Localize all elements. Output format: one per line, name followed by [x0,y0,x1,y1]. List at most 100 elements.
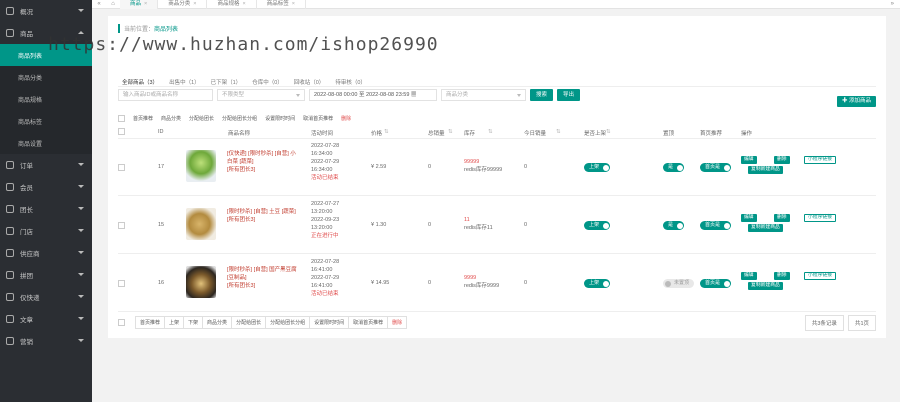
menu-icon [6,227,14,235]
pagination: 共3条记录 共1页 [801,315,876,331]
delete-button[interactable]: 删除 [774,272,790,280]
sort-icon[interactable]: ⇅ [556,129,561,135]
sidebar-subitem[interactable]: 商品标签 [0,110,92,132]
sidebar-item[interactable]: 会员 [0,176,92,198]
footer-action[interactable]: 删除 [387,315,408,329]
footer-action[interactable]: 上架 [164,315,185,329]
date-range-input[interactable]: 2022-08-08 00:00 至 2022-08-08 23:59 ▦ [309,89,437,101]
product-name[interactable]: [仅快递] [限时秒杀] [自营] 小白菜 [蔬菜] [227,150,299,166]
stock-value[interactable]: 11 [464,216,493,224]
row-checkbox[interactable] [118,280,125,287]
mini-program-link-button[interactable]: 小程序链接 [804,214,836,222]
sort-icon[interactable]: ⇅ [384,129,389,135]
sort-icon[interactable]: ⇅ [448,129,453,135]
close-icon[interactable]: × [144,1,147,7]
stock-value[interactable]: 9999 [464,274,499,282]
delete-button[interactable]: 删除 [774,156,790,164]
recommend-toggle[interactable]: 首页是 [700,279,732,288]
chevron-down-icon [517,94,521,97]
home-icon[interactable]: ⌂ [106,1,120,7]
product-name-block[interactable]: [仅快递] [限时秒杀] [自营] 小白菜 [蔬菜] [所有团长3] [227,150,299,174]
product-name-block[interactable]: [限时秒杀] [自营] 土豆 [蔬菜] [所有团长3] [227,208,299,224]
on-sale-toggle[interactable]: 上架 [584,221,611,230]
recommend-toggle[interactable]: 首页是 [700,221,732,230]
sort-icon[interactable]: ⇅ [606,129,611,135]
footer-action[interactable]: 取消首页推荐 [348,315,389,329]
bulk-action-bar: 首页推荐 商品分类 分配给团长 分配给团长分组 设置限时时间 取消首页推荐 删除 [118,113,359,123]
sidebar-item[interactable]: 订单 [0,154,92,176]
row-checkbox[interactable] [118,164,125,171]
edit-button[interactable]: 编辑 [741,272,757,280]
chevron-icon [78,295,84,298]
product-name[interactable]: [限时秒杀] [自营] 国产黑豆腐 [豆制品] [227,266,299,282]
add-product-button[interactable]: ✚ 添加商品 [836,96,876,107]
pin-toggle[interactable]: 未置顶 [663,279,695,288]
stock-value[interactable]: 99999 [464,158,502,166]
sidebar-subitem[interactable]: 商品分类 [0,66,92,88]
copy-product-button[interactable]: 复制新建商品 [748,224,783,232]
on-sale-toggle[interactable]: 上架 [584,279,611,288]
product-name[interactable]: [限时秒杀] [自营] 土豆 [蔬菜] [227,208,299,216]
bulk-action[interactable]: 分配给团长分组 [222,115,257,122]
page-tab[interactable]: 商品规格 × [207,0,257,9]
edit-button[interactable]: 编辑 [741,156,757,164]
select-all-checkbox[interactable] [118,114,125,122]
footer-action[interactable]: 首页推荐 [135,315,166,329]
page-tab[interactable]: 商品标签 × [257,0,306,9]
page-tab[interactable]: 商品分类 × [158,0,208,9]
bulk-action[interactable]: 删除 [341,115,351,122]
close-icon[interactable]: × [292,1,295,7]
edit-button[interactable]: 编辑 [741,214,757,222]
footer-action[interactable]: 分配给团长分组 [265,315,311,329]
sidebar-item[interactable]: 拼团 [0,264,92,286]
sidebar-subitem[interactable]: 商品规格 [0,88,92,110]
bulk-action[interactable]: 分配给团长 [189,115,214,122]
bulk-action[interactable]: 首页推荐 [133,115,153,122]
footer-action[interactable]: 下架 [183,315,204,329]
bulk-action[interactable]: 商品分类 [161,115,181,122]
double-right-icon[interactable]: » [891,0,894,9]
sidebar-item-label: 概况 [20,9,33,16]
copy-product-button[interactable]: 复制新建商品 [748,166,783,174]
sidebar-item[interactable]: 营销 [0,330,92,352]
keyword-input[interactable]: 输入商品ID或商品名称 [118,89,213,101]
footer-select-all-checkbox[interactable] [118,318,125,326]
search-button[interactable]: 搜索 [530,89,554,101]
sidebar-item[interactable]: 仅快递 [0,286,92,308]
pin-toggle[interactable]: 是 [663,163,685,172]
bulk-action[interactable]: 取消首页推荐 [303,115,333,122]
sidebar-item[interactable]: 概况 [0,0,92,22]
double-left-icon[interactable]: « [92,1,106,7]
category-select[interactable]: 商品分类 [441,89,526,101]
activity-status: 活动已结束 [311,175,339,181]
close-icon[interactable]: × [242,1,245,7]
sort-icon[interactable]: ⇅ [488,129,493,135]
product-group: [所有团长3] [227,283,256,289]
activity-time-line: 16:34:00 [311,167,333,173]
mini-program-link-button[interactable]: 小程序链接 [804,272,836,280]
page-tab[interactable]: 商品 × [120,0,159,9]
copy-product-button[interactable]: 复制新建商品 [748,282,783,290]
sidebar-item[interactable]: 供应商 [0,242,92,264]
delete-button[interactable]: 删除 [774,214,790,222]
footer-action[interactable]: 分配给团长 [231,315,267,329]
close-icon[interactable]: × [193,1,196,7]
mini-program-link-button[interactable]: 小程序链接 [804,156,836,164]
product-name-block[interactable]: [限时秒杀] [自营] 国产黑豆腐 [豆制品] [所有团长3] [227,266,299,290]
sidebar-item[interactable]: 文章 [0,308,92,330]
breadcrumb-current[interactable]: 商品列表 [154,27,178,33]
header-checkbox[interactable] [118,128,125,135]
sidebar-subitem[interactable]: 商品设置 [0,132,92,154]
export-button[interactable]: 导出 [557,89,581,101]
sidebar-item[interactable]: 团长 [0,198,92,220]
pin-toggle[interactable]: 是 [663,221,685,230]
bulk-action[interactable]: 设置限时时间 [265,115,295,122]
on-sale-toggle[interactable]: 上架 [584,163,611,172]
row-checkbox[interactable] [118,222,125,229]
recommend-toggle[interactable]: 首页是 [700,163,732,172]
footer-action[interactable]: 商品分类 [202,315,233,329]
sidebar-item[interactable]: 门店 [0,220,92,242]
type-select[interactable]: 不限类型 [217,89,305,101]
total-pages[interactable]: 共1页 [847,315,876,331]
footer-action[interactable]: 设置限时时间 [309,315,350,329]
